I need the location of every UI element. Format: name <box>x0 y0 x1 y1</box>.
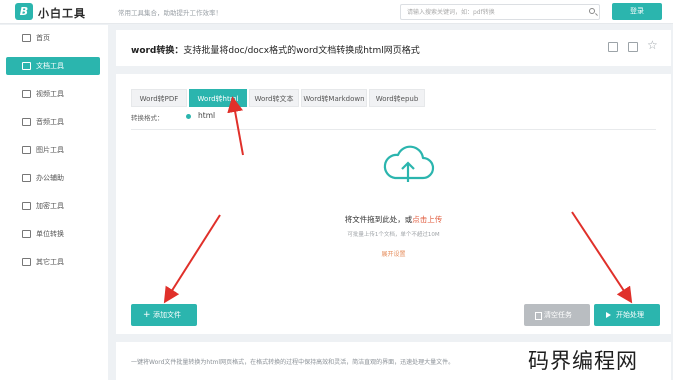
sidebar-item-label: 首页 <box>36 34 50 42</box>
sidebar-item-document-tools[interactable]: 文档工具 <box>6 57 100 75</box>
sidebar-item-label: 文档工具 <box>36 62 64 70</box>
more-icon <box>22 258 31 266</box>
login-button[interactable]: 登录 <box>612 3 662 20</box>
watermark: 码界编程网 <box>528 349 638 373</box>
star-icon[interactable]: ☆ <box>647 38 658 52</box>
format-value[interactable]: html <box>198 111 215 120</box>
share-icon[interactable] <box>628 42 638 52</box>
sidebar: 首页 文档工具 视频工具 音频工具 图片工具 办公辅助 加密工具 单位转换 其它… <box>0 25 108 380</box>
upload-drop-zone[interactable]: 将文件拖到此处，或点击上传 可批量上传1个文档，单个不超过10M 展开设置 <box>131 134 656 299</box>
sidebar-item-label: 单位转换 <box>36 230 64 238</box>
add-file-button[interactable]: 添加文件 <box>131 304 197 326</box>
page-title-desc: 支持批量将doc/docx格式的word文档转换成html网页格式 <box>183 46 420 56</box>
sidebar-item-image-tools[interactable]: 图片工具 <box>6 141 100 159</box>
grid-icon[interactable] <box>608 42 618 52</box>
sidebar-item-label: 音频工具 <box>36 118 64 126</box>
drop-hint: 将文件拖到此处，或点击上传 <box>131 214 656 225</box>
start-processing-button[interactable]: 开始处理 <box>594 304 660 326</box>
top-header: B 小白工具 常用工具集合，助助提升工作效率！ 登录 <box>0 0 673 24</box>
unit-icon <box>22 230 31 238</box>
app-name[interactable]: 小白工具 <box>38 5 86 21</box>
description-text: 一键将Word文件批量转换为html网页格式，在格式转换的过程中保持高效和灵活，… <box>131 359 455 366</box>
sidebar-item-office[interactable]: 办公辅助 <box>6 169 100 187</box>
cloud-upload-icon <box>383 145 435 182</box>
tab-word-to-markdown[interactable]: Word转Markdown <box>301 89 367 107</box>
converter-panel: Word转PDF Word转html Word转文本 Word转Markdown… <box>116 74 671 334</box>
sidebar-item-home[interactable]: 首页 <box>6 29 100 47</box>
document-icon <box>22 62 31 70</box>
slogan: 常用工具集合，助助提升工作效率！ <box>118 9 222 17</box>
tab-word-to-html[interactable]: Word转html <box>189 89 247 107</box>
sidebar-item-label: 视频工具 <box>36 90 64 98</box>
sidebar-item-audio-tools[interactable]: 音频工具 <box>6 113 100 131</box>
format-radio[interactable] <box>186 114 191 119</box>
page-title-bold: word转换： <box>131 46 184 56</box>
page-title: word转换：支持批量将doc/docx格式的word文档转换成html网页格式 <box>131 43 420 56</box>
format-label: 转换格式： <box>131 114 164 122</box>
lock-icon <box>22 202 31 210</box>
search-icon[interactable] <box>589 8 595 14</box>
sidebar-item-label: 图片工具 <box>36 146 64 154</box>
video-icon <box>22 90 31 98</box>
music-icon <box>22 118 31 126</box>
sidebar-item-label: 其它工具 <box>36 258 64 266</box>
image-icon <box>22 146 31 154</box>
sidebar-item-label: 办公辅助 <box>36 174 64 182</box>
divider <box>131 129 656 130</box>
office-icon <box>22 174 31 182</box>
tab-word-to-text[interactable]: Word转文本 <box>249 89 299 107</box>
sidebar-item-other-tools[interactable]: 其它工具 <box>6 253 100 271</box>
upload-limit-text: 可批量上传1个文档，单个不超过10M <box>347 232 440 238</box>
tab-word-to-pdf[interactable]: Word转PDF <box>131 89 187 107</box>
sidebar-item-video-tools[interactable]: 视频工具 <box>6 85 100 103</box>
click-upload-link[interactable]: 点击上传 <box>412 215 442 224</box>
advanced-settings-link[interactable]: 展开设置 <box>131 249 656 258</box>
sidebar-item-label: 加密工具 <box>36 202 64 210</box>
logo-icon[interactable]: B <box>15 3 33 20</box>
clear-tasks-button[interactable]: 清空任务 <box>524 304 590 326</box>
sidebar-item-unit-convert[interactable]: 单位转换 <box>6 225 100 243</box>
home-icon <box>22 34 31 42</box>
tab-word-to-epub[interactable]: Word转epub <box>369 89 425 107</box>
title-panel: word转换：支持批量将doc/docx格式的word文档转换成html网页格式… <box>116 30 671 66</box>
search-input[interactable] <box>400 4 600 20</box>
drop-hint-text: 将文件拖到此处，或 <box>344 215 413 224</box>
sidebar-item-encryption[interactable]: 加密工具 <box>6 197 100 215</box>
